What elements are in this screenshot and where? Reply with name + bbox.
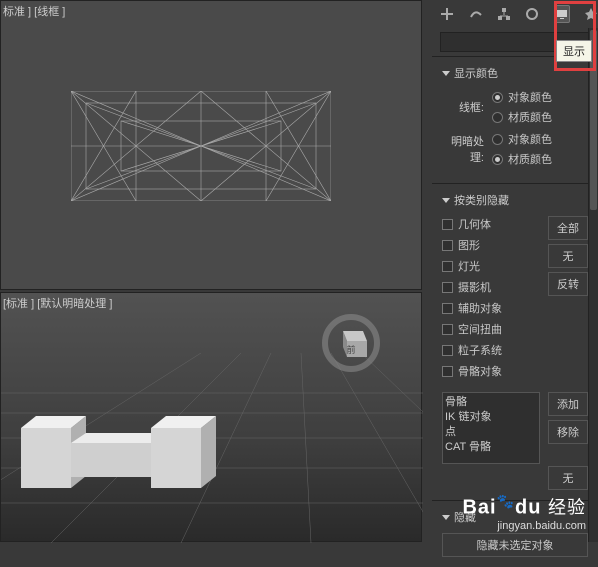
section-title: 按类别隐藏 xyxy=(454,192,509,208)
wireframe-preview xyxy=(71,91,331,201)
checkbox-icon xyxy=(442,282,453,293)
btn-list-none[interactable]: 无 xyxy=(548,466,588,490)
modify-tab-icon[interactable] xyxy=(468,5,482,23)
checkbox-icon xyxy=(442,324,453,335)
btn-none[interactable]: 无 xyxy=(548,244,588,268)
checkbox-icon xyxy=(442,345,453,356)
checkbox-icon xyxy=(442,261,453,272)
utilities-tab-icon[interactable] xyxy=(584,5,598,23)
shading-label: 明暗处理: xyxy=(442,133,492,165)
viewcube-gizmo[interactable]: 前 xyxy=(321,313,381,373)
check-helpers[interactable]: 辅助对象 xyxy=(442,300,540,316)
viewcube-face-label: 前 xyxy=(346,344,355,355)
paw-icon: 🐾 xyxy=(497,493,515,509)
section-title: 显示颜色 xyxy=(454,65,498,81)
section-hide-by-category: 按类别隐藏 几何体 图形 灯光 摄影机 辅助对象 空间扭曲 粒子系统 骨骼对象 … xyxy=(432,183,598,500)
command-panel: 显示 显示颜色 线框: 对象颜色 材质颜色 xyxy=(432,0,598,542)
section-display-color: 显示颜色 线框: 对象颜色 材质颜色 明暗处理: 对象颜色 xyxy=(432,56,598,183)
perspective-grid xyxy=(1,353,423,543)
radio-wireframe-material-color[interactable]: 材质颜色 xyxy=(492,109,552,125)
radio-icon xyxy=(492,154,503,165)
check-cameras[interactable]: 摄影机 xyxy=(442,279,540,295)
checkbox-icon xyxy=(442,366,453,377)
chevron-down-icon xyxy=(442,198,450,203)
list-item[interactable]: 骨骼 xyxy=(445,395,537,410)
checkbox-icon xyxy=(442,240,453,251)
section-header-display-color[interactable]: 显示颜色 xyxy=(442,65,588,81)
viewport-shaded[interactable]: [标准 ] [默认明暗处理 ] xyxy=(0,292,422,542)
btn-hide-unselected[interactable]: 隐藏未选定对象 xyxy=(442,533,588,557)
check-geometry[interactable]: 几何体 xyxy=(442,216,540,232)
panel-scrollbar[interactable] xyxy=(588,28,598,542)
radio-shaded-object-color[interactable]: 对象颜色 xyxy=(492,131,552,147)
check-space-warps[interactable]: 空间扭曲 xyxy=(442,321,540,337)
btn-remove[interactable]: 移除 xyxy=(548,420,588,444)
btn-invert[interactable]: 反转 xyxy=(548,272,588,296)
chevron-down-icon xyxy=(442,71,450,76)
viewport-wireframe[interactable]: 标准 ] [线框 ] xyxy=(0,0,422,290)
radio-icon xyxy=(492,112,503,123)
hide-list-box[interactable]: 骨骼 IK 链对象 点 CAT 骨骼 xyxy=(442,392,540,464)
wireframe-label: 线框: xyxy=(442,99,492,115)
check-lights[interactable]: 灯光 xyxy=(442,258,540,274)
list-item[interactable]: 点 xyxy=(445,425,537,440)
viewport-top-label[interactable]: 标准 ] [线框 ] xyxy=(3,3,65,19)
create-tab-icon[interactable] xyxy=(440,5,454,23)
list-item[interactable]: IK 链对象 xyxy=(445,410,537,425)
radio-wireframe-object-color[interactable]: 对象颜色 xyxy=(492,89,552,105)
btn-all[interactable]: 全部 xyxy=(548,216,588,240)
btn-add[interactable]: 添加 xyxy=(548,392,588,416)
radio-shaded-material-color[interactable]: 材质颜色 xyxy=(492,151,552,167)
radio-icon xyxy=(492,134,503,145)
section-header-hide-by-category[interactable]: 按类别隐藏 xyxy=(442,192,588,208)
display-tooltip: 显示 xyxy=(556,40,592,62)
hierarchy-tab-icon[interactable] xyxy=(497,5,511,23)
check-bone-objects[interactable]: 骨骼对象 xyxy=(442,363,540,379)
viewport-bottom-label[interactable]: [标准 ] [默认明暗处理 ] xyxy=(3,295,112,311)
check-particle-systems[interactable]: 粒子系统 xyxy=(442,342,540,358)
display-tab-icon[interactable] xyxy=(554,5,570,23)
chevron-down-icon xyxy=(442,515,450,520)
checkbox-icon xyxy=(442,219,453,230)
panel-tab-row xyxy=(432,0,598,28)
list-item[interactable]: CAT 骨骼 xyxy=(445,440,537,455)
radio-icon xyxy=(492,92,503,103)
check-shapes[interactable]: 图形 xyxy=(442,237,540,253)
watermark: Bai🐾du 经验 jingyan.baidu.com xyxy=(462,493,586,532)
checkbox-icon xyxy=(442,303,453,314)
motion-tab-icon[interactable] xyxy=(525,5,539,23)
viewport-area: 标准 ] [线框 ] xyxy=(0,0,422,542)
